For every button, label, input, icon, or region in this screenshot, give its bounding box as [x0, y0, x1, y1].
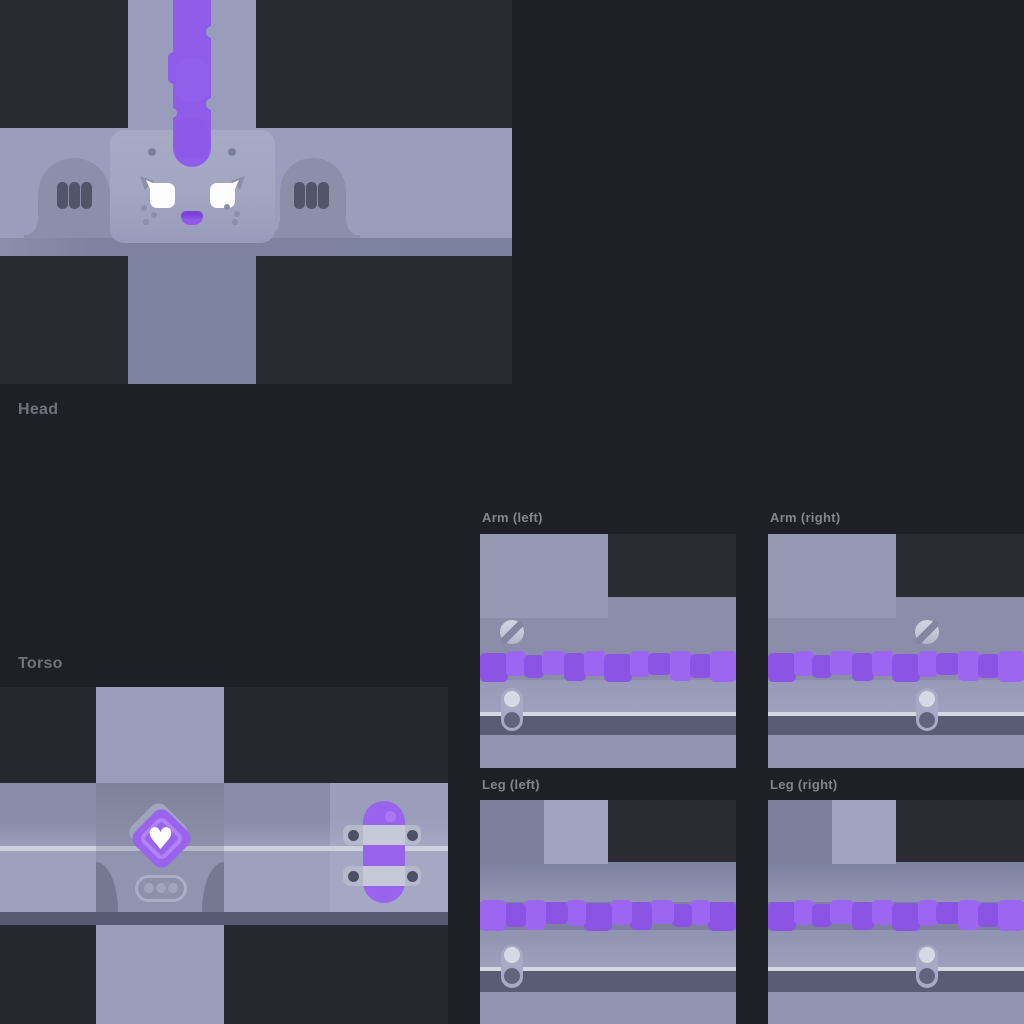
hair-stripe-notch	[206, 98, 218, 110]
head-texture-tile	[0, 0, 512, 384]
screw-icon	[500, 620, 524, 644]
cuff-light-band	[480, 735, 736, 768]
freckle	[234, 211, 240, 217]
leg-top-mid-square	[768, 800, 832, 864]
vent-slot-icon	[69, 182, 80, 209]
zipper-pull-top	[919, 947, 935, 963]
torso-band-left	[0, 783, 96, 925]
fur-zigzag-stripe	[480, 900, 736, 936]
vent-slot-icon	[318, 182, 329, 209]
torso-bottom-face	[96, 925, 224, 1024]
zipper-pull-bottom	[919, 712, 935, 728]
capsule-strap-center	[363, 866, 405, 886]
zipper-pull-top	[504, 691, 520, 707]
fur-zigzag-svg	[768, 900, 1024, 936]
buckle-dot	[144, 883, 154, 893]
arm-right-texture-tile	[768, 534, 1024, 768]
arm-top-light-square	[480, 534, 608, 618]
leg-left-texture-tile	[480, 800, 736, 1024]
screw-icon	[915, 620, 939, 644]
cuff-light-band	[768, 735, 1024, 768]
torso-band-mid	[224, 783, 330, 925]
torso-hem-strip	[0, 912, 448, 925]
leg-right-texture-tile	[768, 800, 1024, 1024]
mouth	[181, 211, 203, 225]
leg-left-section-label: Leg (left)	[482, 777, 540, 792]
zipper-pull-bottom	[919, 968, 935, 984]
fur-zigzag-stripe	[480, 651, 736, 687]
strap-bolt	[348, 871, 359, 882]
freckle	[143, 219, 149, 225]
torso-texture-tile: ♥	[0, 687, 448, 1024]
head-bottom-face	[128, 256, 256, 384]
zipper-pull-bottom	[504, 712, 520, 728]
freckle	[224, 204, 230, 210]
screw-slot	[499, 619, 525, 645]
zipper-pull-bottom	[504, 968, 520, 984]
freckle	[141, 205, 147, 211]
zipper-pull-top	[919, 691, 935, 707]
eye-left	[150, 183, 175, 208]
cuff-dark-band	[768, 716, 1024, 735]
cuff-light-band	[768, 992, 1024, 1024]
ear-left-fillet	[24, 222, 38, 238]
leg-top-mid-square	[480, 800, 544, 864]
fur-zigzag-svg	[480, 651, 736, 687]
screw-slot	[914, 619, 940, 645]
arm-left-texture-tile	[480, 534, 736, 768]
arm-right-section-label: Arm (right)	[770, 510, 840, 525]
strap-bolt	[348, 830, 359, 841]
zipper-pull-top	[504, 947, 520, 963]
hair-stripe-lump	[175, 118, 209, 158]
vent-slot-icon	[57, 182, 68, 209]
leg-top-dark-square	[608, 800, 736, 862]
arm-left-section-label: Arm (left)	[482, 510, 543, 525]
forehead-dot	[148, 148, 156, 156]
ear-right-fillet	[346, 222, 360, 238]
hair-stripe-notch	[206, 26, 218, 38]
fur-zigzag-svg	[768, 651, 1024, 687]
vent-slot-icon	[306, 182, 317, 209]
arm-top-dark-square	[608, 534, 736, 597]
torso-top-face	[96, 687, 224, 783]
leg-top-dark-square	[896, 800, 1024, 862]
fur-zigzag-stripe	[768, 900, 1024, 936]
hair-stripe-notch	[167, 108, 177, 118]
hair-stripe-lump	[176, 58, 208, 102]
cuff-dark-band	[768, 971, 1024, 992]
leg-upper-gradient	[480, 862, 736, 902]
strap-bolt	[407, 830, 418, 841]
vent-slot-icon	[294, 182, 305, 209]
leg-right-section-label: Leg (right)	[770, 777, 838, 792]
capsule	[363, 801, 405, 903]
belt-line	[224, 846, 448, 851]
arm-top-dark-square	[896, 534, 1024, 597]
torso-section-label: Torso	[18, 655, 63, 673]
forehead-dot	[228, 148, 236, 156]
leg-top-light-square	[832, 800, 896, 864]
freckle	[151, 212, 157, 218]
heart-icon: ♥	[147, 825, 174, 855]
buckle-dot	[156, 883, 166, 893]
eye-right	[210, 183, 235, 208]
fur-zigzag-svg	[480, 900, 736, 936]
arm-top-light-square	[768, 534, 896, 618]
head-section-label: Head	[18, 401, 58, 419]
buckle-dot	[168, 883, 178, 893]
strap-bolt	[407, 871, 418, 882]
belt-line	[0, 846, 96, 851]
leg-top-light-square	[544, 800, 608, 864]
freckle	[232, 219, 238, 225]
texture-sheet-page: Head ♥	[0, 0, 1024, 1024]
leg-upper-gradient	[768, 862, 1024, 902]
capsule-highlight	[385, 811, 396, 822]
fur-zigzag-stripe	[768, 651, 1024, 687]
capsule-strap-center	[363, 825, 405, 845]
vent-slot-icon	[81, 182, 92, 209]
cuff-light-band	[480, 992, 736, 1024]
